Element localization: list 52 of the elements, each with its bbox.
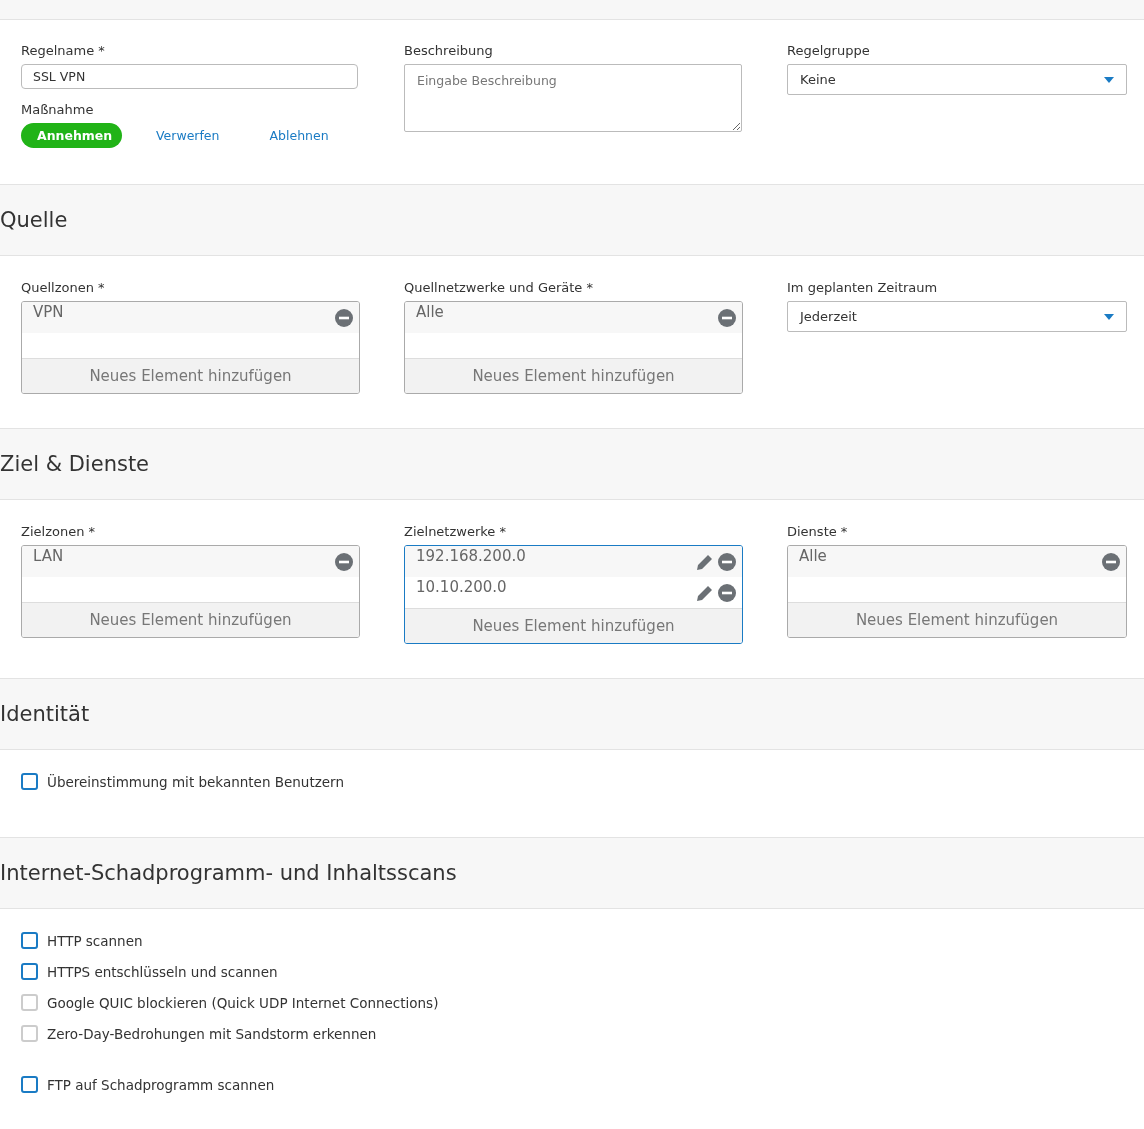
section-title: Identität bbox=[0, 702, 90, 726]
text-area[interactable]: Eingabe Beschreibung bbox=[404, 64, 742, 132]
list-item: 10.10.200.0 bbox=[416, 578, 507, 596]
remove-icon[interactable] bbox=[718, 309, 736, 327]
section-title: Ziel & Dienste bbox=[0, 452, 150, 476]
add-item-button[interactable]: Neues Element hinzufügen bbox=[788, 602, 1126, 637]
field-label: Maßnahme bbox=[21, 102, 95, 117]
checkbox-label: HTTPS entschlüsseln und scannen bbox=[47, 963, 278, 980]
list-item: VPN bbox=[33, 303, 64, 321]
text-field[interactable]: SSL VPN bbox=[21, 64, 358, 89]
checkbox-label: HTTP scannen bbox=[47, 932, 143, 949]
section-title: Internet-Schadprogramm- und Inhaltsscans bbox=[0, 861, 457, 885]
field-label: Quellzonen * bbox=[21, 280, 106, 295]
field-label: Regelname * bbox=[21, 43, 106, 58]
add-item-button[interactable]: Neues Element hinzufügen bbox=[22, 358, 359, 393]
remove-icon[interactable] bbox=[718, 553, 736, 571]
checkbox-label: FTP auf Schadprogramm scannen bbox=[47, 1076, 275, 1093]
add-item-button[interactable]: Neues Element hinzufügen bbox=[405, 608, 742, 643]
dropdown[interactable]: Keine bbox=[787, 64, 1127, 95]
checkbox[interactable] bbox=[21, 963, 38, 980]
pencil-icon[interactable] bbox=[696, 553, 714, 571]
action-option[interactable]: Verwerfen bbox=[140, 123, 236, 148]
remove-icon[interactable] bbox=[335, 309, 353, 327]
field-label: Beschreibung bbox=[404, 43, 494, 58]
checkbox-label: Google QUIC blockieren (Quick UDP Internet Connections) bbox=[47, 994, 439, 1011]
list-item: Alle bbox=[799, 547, 827, 565]
checkbox[interactable] bbox=[21, 773, 38, 790]
field-label: Dienste * bbox=[787, 524, 849, 539]
field-label: Quellnetzwerke und Geräte * bbox=[404, 280, 594, 295]
caret-icon bbox=[1104, 313, 1114, 320]
dropdown[interactable]: Jederzeit bbox=[787, 301, 1127, 332]
list-item: Alle bbox=[416, 303, 444, 321]
checkbox[interactable] bbox=[21, 932, 38, 949]
add-item-button[interactable]: Neues Element hinzufügen bbox=[22, 602, 359, 637]
checkbox[interactable] bbox=[21, 1076, 38, 1093]
remove-icon[interactable] bbox=[1102, 553, 1120, 571]
field-label: Zielzonen * bbox=[21, 524, 96, 539]
remove-icon[interactable] bbox=[335, 553, 353, 571]
list-item: 192.168.200.0 bbox=[416, 547, 526, 565]
checkbox-label: Zero-Day-Bedrohungen mit Sandstorm erkennen bbox=[47, 1025, 377, 1042]
action-option[interactable]: Annehmen bbox=[21, 123, 122, 148]
field-label: Zielnetzwerke * bbox=[404, 524, 507, 539]
remove-icon[interactable] bbox=[718, 584, 736, 602]
field-label: Regelgruppe bbox=[787, 43, 871, 58]
action-option[interactable]: Ablehnen bbox=[253, 123, 345, 148]
caret-icon bbox=[1104, 76, 1114, 83]
add-item-button[interactable]: Neues Element hinzufügen bbox=[405, 358, 742, 393]
list-item: LAN bbox=[33, 547, 64, 565]
field-label: Im geplanten Zeitraum bbox=[787, 280, 939, 295]
section-title: Quelle bbox=[0, 208, 68, 232]
checkbox-label: Übereinstimmung mit bekannten Benutzern bbox=[47, 773, 344, 790]
pencil-icon[interactable] bbox=[696, 584, 714, 602]
